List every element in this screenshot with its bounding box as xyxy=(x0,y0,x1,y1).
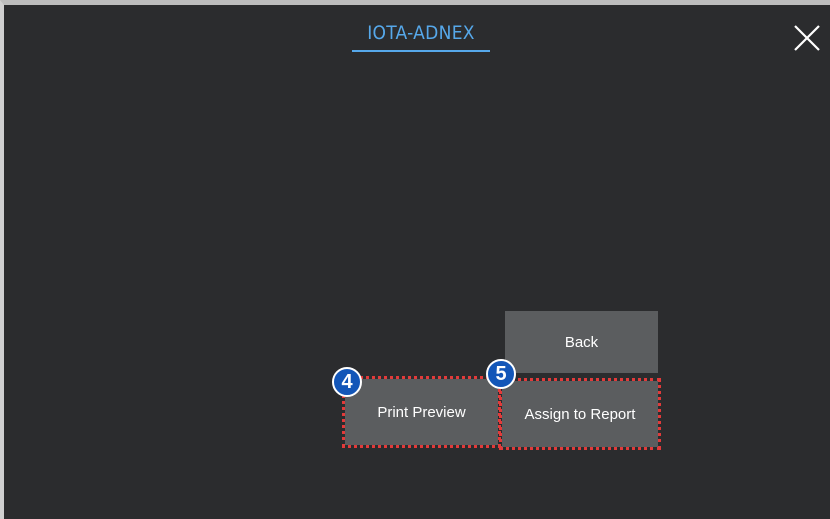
dialog-window: IOTA-ADNEX Back Print Preview Assign to … xyxy=(0,0,830,519)
assign-to-report-button[interactable]: Assign to Report xyxy=(499,378,661,450)
step-badge-4: 4 xyxy=(332,367,362,397)
close-icon[interactable] xyxy=(792,23,822,53)
step-badge-5: 5 xyxy=(486,359,516,389)
tab-title[interactable]: IOTA-ADNEX xyxy=(352,18,490,52)
print-preview-button[interactable]: Print Preview xyxy=(342,376,501,448)
back-button[interactable]: Back xyxy=(505,311,658,373)
